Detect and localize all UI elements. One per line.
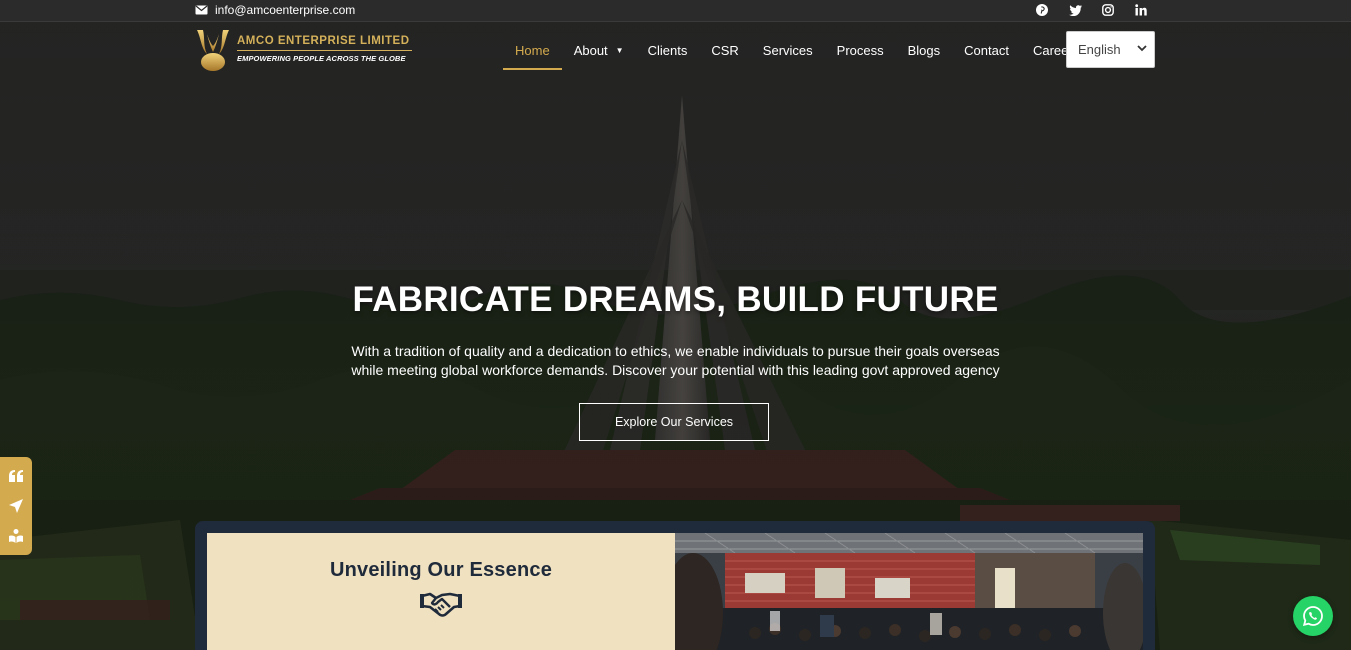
nav-item-csr[interactable]: CSR [699, 30, 750, 70]
logo-emblem-icon [197, 30, 229, 71]
instagram-icon[interactable] [1101, 3, 1115, 17]
quote-icon[interactable] [6, 466, 26, 486]
nav-item-clients[interactable]: Clients [636, 30, 700, 70]
social-links [1035, 3, 1148, 17]
linkedin-icon[interactable] [1134, 3, 1148, 17]
language-value: English [1078, 42, 1121, 57]
whatsapp-button[interactable] [1293, 596, 1333, 636]
reader-icon[interactable] [6, 526, 26, 546]
nav-label: Home [515, 42, 550, 58]
nav-label: Clients [647, 42, 688, 58]
nav-label: About [573, 42, 608, 58]
nav-item-process[interactable]: Process [825, 30, 896, 70]
logo-divider [237, 50, 412, 51]
nav-label: Blogs [907, 42, 941, 58]
nav-label: Services [762, 42, 813, 58]
essence-photo [675, 533, 1143, 650]
explore-services-label: Explore Our Services [614, 415, 734, 429]
twitter-icon[interactable] [1068, 3, 1082, 17]
email-text: info@amcoenterprise.com [215, 3, 356, 17]
language-select[interactable]: English [1066, 31, 1155, 68]
hero-subtitle-line: With a tradition of quality and a dedica… [351, 343, 1000, 359]
contact-email[interactable]: info@amcoenterprise.com [195, 3, 355, 17]
caret-down-icon: ▼ [615, 45, 624, 55]
essence-card: Unveiling Our Essence [207, 533, 675, 650]
location-arrow-icon[interactable] [6, 496, 26, 516]
envelope-icon [195, 5, 208, 15]
main-navigation: Home About ▼ Clients CSR Services Process… [503, 30, 1085, 70]
chevron-down-icon [1137, 45, 1147, 52]
side-toolbar [0, 457, 32, 555]
hero-title: FABRICATE DREAMS, BUILD FUTURE [352, 280, 999, 319]
nav-label: Contact [964, 42, 1009, 58]
nav-item-blogs[interactable]: Blogs [896, 30, 953, 70]
hero-subtitle: With a tradition of quality and a dedica… [0, 342, 1351, 380]
whatsapp-icon [1302, 606, 1323, 627]
company-logo[interactable]: AMCO ENTERPRISE LIMITED EMPOWERING PEOPL… [195, 28, 415, 74]
nav-label: CSR [711, 42, 739, 58]
pinterest-icon[interactable] [1035, 3, 1049, 17]
handshake-icon [420, 592, 462, 617]
top-bar: info@amcoenterprise.com [0, 0, 1351, 22]
essence-title: Unveiling Our Essence [329, 559, 553, 581]
nav-item-home[interactable]: Home [503, 30, 562, 70]
nav-item-contact[interactable]: Contact [952, 30, 1021, 70]
explore-services-button[interactable]: Explore Our Services [579, 403, 769, 441]
nav-item-about[interactable]: About ▼ [562, 30, 636, 70]
nav-item-services[interactable]: Services [751, 30, 825, 70]
logo-name: AMCO ENTERPRISE LIMITED [237, 35, 410, 47]
logo-tagline: EMPOWERING PEOPLE ACROSS THE GLOBE [237, 54, 406, 63]
nav-label: Process [836, 42, 884, 58]
hero-subtitle-line: while meeting global workforce demands. … [351, 362, 1000, 378]
